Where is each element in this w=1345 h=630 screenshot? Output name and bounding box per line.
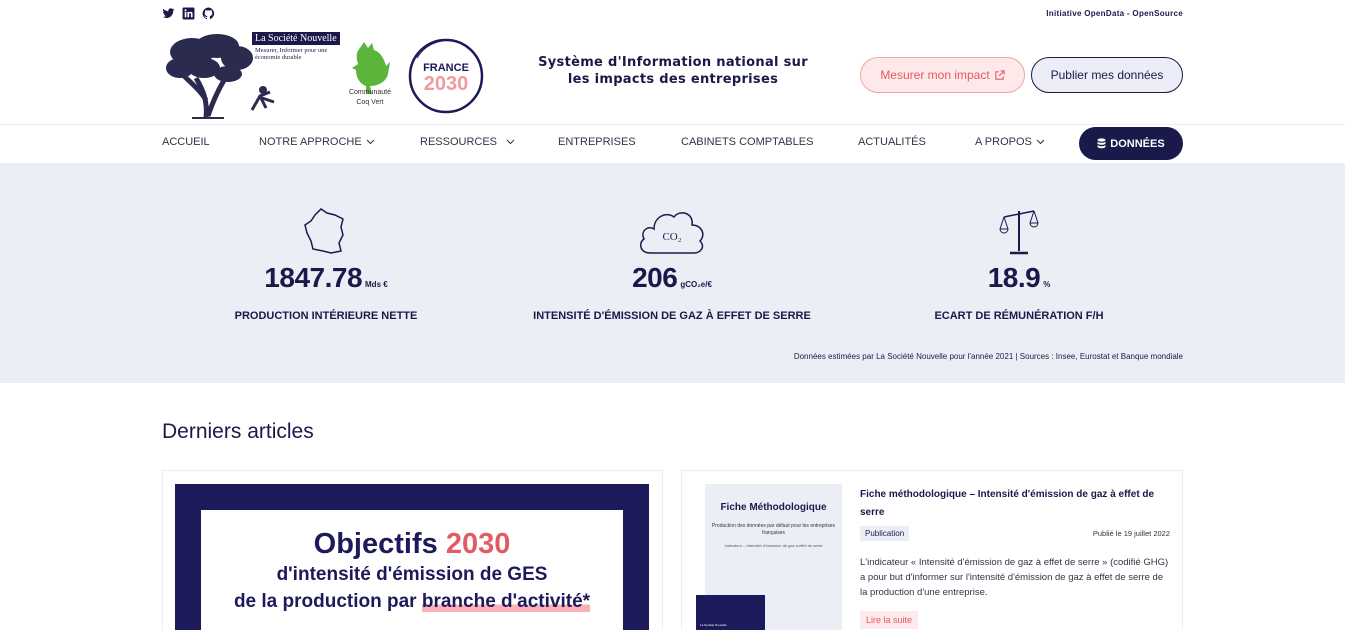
france-2030-logo-icon: FRANCE 2030 <box>408 38 484 114</box>
nav-divider <box>0 124 1345 125</box>
stat-unit: Mds € <box>365 280 388 289</box>
stats-band: 1847.78 Mds € PRODUCTION INTÉRIEURE NETTE… <box>0 163 1345 383</box>
measure-impact-label: Mesurer mon impact <box>880 68 990 82</box>
section-title: Derniers articles <box>162 420 314 443</box>
article-excerpt: L'indicateur « Intensité d'émission de g… <box>860 557 1169 598</box>
stat-unit: % <box>1043 280 1051 289</box>
featured-heading: Objectifs 2030 <box>313 528 511 560</box>
nav-item-actualites[interactable]: ACTUALITÉS <box>858 136 926 148</box>
stat-label: INTENSITÉ D'ÉMISSION DE GAZ À EFFET DE S… <box>533 310 811 322</box>
coq-vert-label: Communauté Coq Vert <box>348 89 392 106</box>
article-card[interactable]: Fiche Méthodologique Production des donn… <box>681 470 1183 630</box>
article-date: Publié le 19 juillet 2022 <box>1092 529 1170 538</box>
thumbnail-block: La Société Nouvelle <box>696 595 765 630</box>
external-link-icon <box>994 69 1005 80</box>
nav-item-a-propos[interactable]: A PROPOS <box>975 136 1045 148</box>
featured-line: d'intensité d'émission de GES <box>276 564 548 585</box>
publish-data-button[interactable]: Publier mes données <box>1031 57 1183 93</box>
chevron-down-icon <box>1036 139 1045 145</box>
nav-item-ressources[interactable]: RESSOURCES <box>420 136 516 148</box>
database-icon <box>1097 138 1106 149</box>
linkedin-icon[interactable] <box>182 7 195 20</box>
twitter-icon[interactable] <box>162 7 175 20</box>
nav-item-notre-approche[interactable]: NOTRE APPROCHE <box>259 136 375 148</box>
stat-value: 18.9 <box>987 262 1041 293</box>
nav-item-entreprises[interactable]: ENTREPRISES <box>558 136 636 148</box>
chevron-down-icon <box>506 139 515 145</box>
nav-item-cabinets-comptables[interactable]: CABINETS COMPTABLES <box>681 136 813 148</box>
measure-impact-button[interactable]: Mesurer mon impact <box>860 57 1025 93</box>
co2-cloud-icon: CO₂ <box>639 212 704 254</box>
featured-image: Objectifs 2030 d'intensité d'émission de… <box>175 484 649 630</box>
site-tagline: Système d'Information national sur les i… <box>538 55 808 87</box>
brand-tagline: Mesurer, Informer pour une économie dura… <box>255 47 328 61</box>
france-map-icon <box>304 208 344 254</box>
read-more-button[interactable]: Lire la suite <box>860 611 919 629</box>
stat-value: 1847.78 <box>264 262 363 293</box>
article-title[interactable]: Fiche méthodologique – Intensité d'émiss… <box>860 486 1170 522</box>
featured-article-card[interactable]: Objectifs 2030 d'intensité d'émission de… <box>162 470 663 630</box>
main-nav: ACCUEIL NOTRE APPROCHE RESSOURCES ENTREP… <box>162 126 1183 162</box>
stats-source: Données estimées par La Société Nouvelle… <box>793 352 1183 361</box>
data-button-label: DONNÉES <box>1110 137 1165 150</box>
stat-value-row: 18.9% <box>849 262 1189 294</box>
social-links <box>162 7 215 20</box>
stat-value-row: 1847.78 Mds € <box>156 262 496 294</box>
france-year: 2030 <box>424 73 469 95</box>
featured-line: de la production par branche d'activité* <box>233 591 591 612</box>
opendata-label[interactable]: Initiative OpenData - OpenSource <box>1046 9 1183 18</box>
article-category-badge[interactable]: Publication <box>860 526 910 541</box>
nav-item-accueil[interactable]: ACCUEIL <box>162 136 210 148</box>
stat-label: PRODUCTION INTÉRIEURE NETTE <box>234 310 418 322</box>
stat-label: ECART DE RÉMUNÉRATION F/H <box>934 310 1104 322</box>
github-icon[interactable] <box>202 7 215 20</box>
stat-value: 206 <box>632 262 678 293</box>
chevron-down-icon <box>366 139 375 145</box>
top-bar: Initiative OpenData - OpenSource <box>162 0 1183 26</box>
data-button[interactable]: DONNÉES <box>1079 127 1183 160</box>
svg-text:CO₂: CO₂ <box>662 231 681 243</box>
stat-value-row: 206 gCO₂e/€ <box>502 262 842 294</box>
balance-scale-icon <box>999 210 1039 255</box>
stat-unit: gCO₂e/€ <box>680 280 712 289</box>
brand-name: La Société Nouvelle <box>252 32 340 45</box>
site-header: La Société Nouvelle Mesurer, Informer po… <box>162 26 1183 124</box>
